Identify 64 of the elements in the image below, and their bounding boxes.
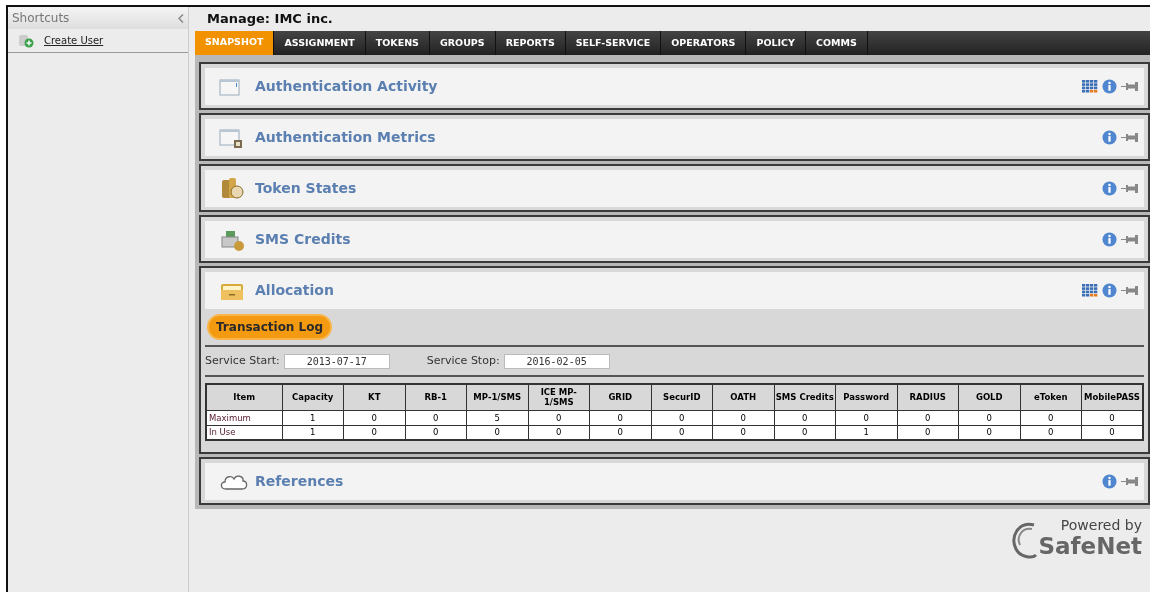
collapse-icon[interactable]: [178, 13, 184, 23]
info-icon[interactable]: [1102, 79, 1117, 94]
table-cell: 0: [774, 410, 836, 425]
pin-icon[interactable]: [1121, 285, 1138, 296]
column-header: KT: [343, 384, 405, 410]
table-cell: 0: [343, 410, 405, 425]
column-header: Item: [206, 384, 282, 410]
grid-icon[interactable]: [1082, 284, 1098, 297]
column-header: RADIUS: [897, 384, 959, 410]
info-icon[interactable]: [1102, 232, 1117, 247]
column-header: ICE MP-1/SMS: [528, 384, 590, 410]
panel-title[interactable]: References: [255, 471, 344, 492]
pin-icon[interactable]: [1121, 476, 1138, 487]
panel-title[interactable]: SMS Credits: [255, 229, 351, 250]
date-field[interactable]: 2016-02-05: [503, 353, 610, 369]
pin-icon[interactable]: [1121, 234, 1138, 245]
sidebar-title: Shortcuts: [12, 10, 70, 27]
powered-by-text: Powered by: [1060, 517, 1142, 533]
transaction-log-button[interactable]: Transaction Log: [207, 314, 333, 340]
table-cell: 0: [1020, 410, 1082, 425]
column-header: SMS Credits: [774, 384, 836, 410]
column-header: GRID: [589, 384, 651, 410]
table-cell: 0: [651, 410, 713, 425]
pin-icon[interactable]: [1121, 81, 1138, 92]
panel-title[interactable]: Token States: [255, 178, 357, 199]
column-header: RB-1: [405, 384, 467, 410]
column-header: SecurID: [651, 384, 713, 410]
column-header: GOLD: [958, 384, 1020, 410]
panel-title[interactable]: Authentication Activity: [255, 76, 438, 97]
panel-title[interactable]: Allocation: [255, 280, 334, 301]
table-cell: 0: [958, 410, 1020, 425]
grid-icon[interactable]: [1082, 80, 1098, 93]
window-calendar-icon: [219, 126, 245, 149]
info-icon[interactable]: [1102, 181, 1117, 196]
table-cell: 1: [282, 410, 344, 425]
column-header: MP-1/SMS: [466, 384, 528, 410]
table-cell: 0: [528, 410, 590, 425]
panel-title[interactable]: Authentication Metrics: [255, 127, 436, 148]
add-user-icon: [18, 33, 34, 48]
column-header: Password: [835, 384, 897, 410]
date-field[interactable]: 2013-07-17: [283, 353, 390, 369]
table-cell: 5: [466, 410, 528, 425]
info-icon[interactable]: [1102, 283, 1117, 298]
column-header: OATH: [712, 384, 774, 410]
table-cell: In Use: [206, 425, 282, 440]
column-header: Capacity: [282, 384, 344, 410]
create-user-link[interactable]: Create User: [44, 33, 104, 48]
table-cell: 0: [897, 410, 959, 425]
field-label: Service Stop:: [426, 352, 500, 369]
page-title: Manage: IMC inc.: [207, 10, 333, 29]
brand-text: SafeNet: [1038, 533, 1142, 559]
coins-icon: [219, 176, 245, 201]
column-header: eToken: [1020, 384, 1082, 410]
table-cell: 0: [405, 410, 467, 425]
pin-icon[interactable]: [1121, 183, 1138, 194]
window-icon: [219, 76, 241, 97]
table-cell: 0: [589, 410, 651, 425]
info-icon[interactable]: [1102, 130, 1117, 145]
pin-icon[interactable]: [1121, 132, 1138, 143]
info-icon[interactable]: [1102, 474, 1117, 489]
field-label: Service Start:: [205, 352, 280, 369]
table-cell: Maximum: [206, 410, 282, 425]
table-cell: 0: [835, 410, 897, 425]
table-cell: 0: [712, 410, 774, 425]
